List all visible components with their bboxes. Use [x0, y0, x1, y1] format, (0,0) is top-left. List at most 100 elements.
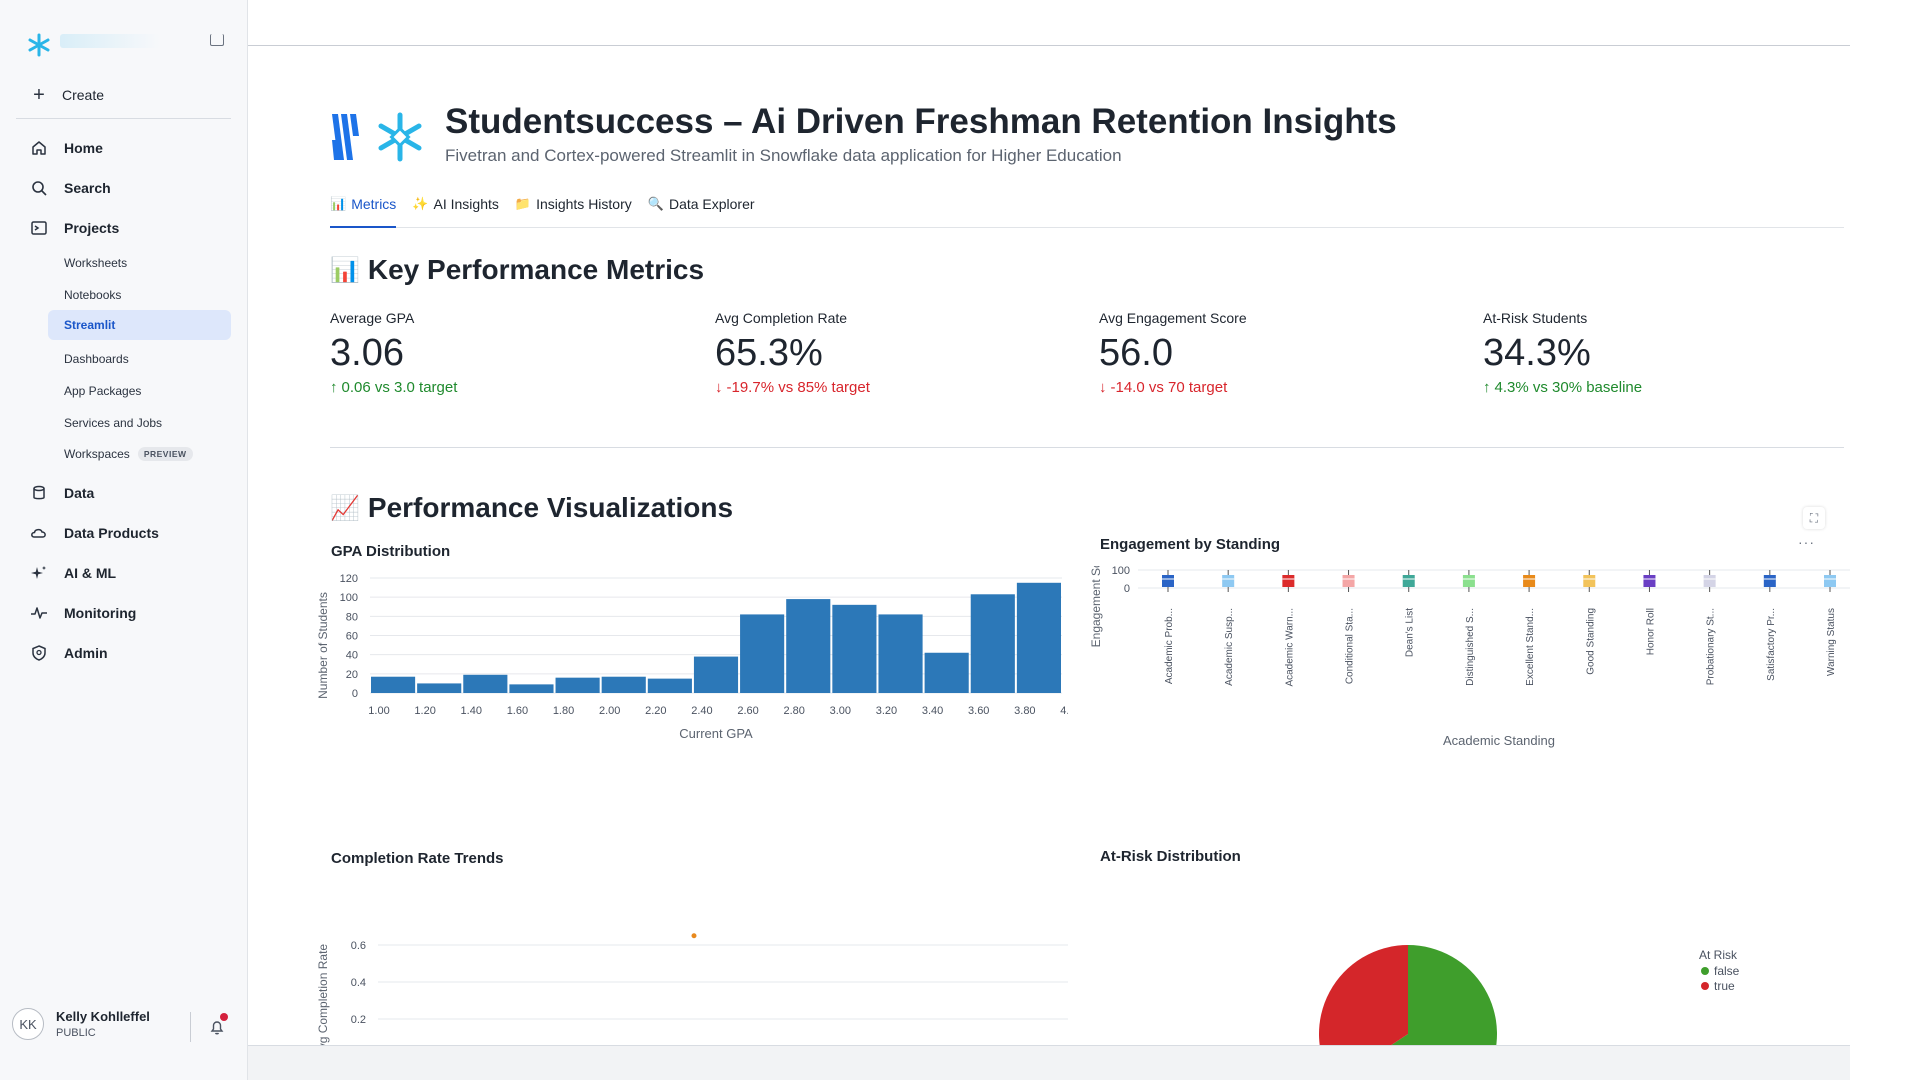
- x-tick-label: Excellent Stand...: [1525, 608, 1536, 686]
- metric-delta-text: 4.3% vs 30% baseline: [1494, 379, 1643, 396]
- x-tick-label: 1.20: [414, 705, 435, 717]
- box-plot-box: [1583, 575, 1596, 587]
- tab-metrics[interactable]: 📊 Metrics: [330, 196, 397, 228]
- section-divider: [330, 447, 1844, 448]
- histogram-bar: [417, 683, 462, 693]
- sidebar-item-data[interactable]: Data: [30, 482, 94, 504]
- page-title: Studentsuccess – Ai Driven Freshman Rete…: [445, 102, 1397, 141]
- sidebar-item-ai-ml[interactable]: AI & ML: [30, 562, 116, 584]
- sidebar-subitem-label: App Packages: [64, 384, 142, 398]
- top-strip: [0, 0, 1920, 46]
- create-button[interactable]: + Create: [30, 84, 105, 106]
- sidebar-item-label: Data: [64, 485, 95, 501]
- sidebar-item-dashboards[interactable]: Dashboards: [64, 350, 129, 368]
- histogram-bar: [832, 604, 877, 693]
- metric-avg-engagement-score: Avg Engagement Score 56.0 ↓ -14.0 vs 70 t…: [1099, 310, 1399, 396]
- magnifier-emoji-icon: 🔍: [647, 196, 664, 211]
- sidebar-item-workspaces[interactable]: Workspaces PREVIEW: [64, 445, 193, 463]
- sidebar-item-label: Data Products: [64, 525, 159, 541]
- tab-label: AI Insights: [433, 196, 499, 212]
- plus-icon: +: [33, 84, 45, 106]
- x-tick-label: Satisfactory Pr...: [1766, 608, 1777, 681]
- fullscreen-icon[interactable]: ⛶: [1803, 507, 1825, 529]
- metric-delta-text: 0.06 vs 3.0 target: [341, 379, 458, 396]
- create-label: Create: [62, 87, 105, 103]
- engagement-plot: 100 0 Engagement Score Academic Prob... Acad…: [1089, 566, 1850, 748]
- tab-insights-history[interactable]: 📁 Insights History: [515, 196, 632, 228]
- x-tick-label: 2.40: [691, 705, 712, 717]
- sidebar-item-worksheets[interactable]: Worksheets: [64, 254, 127, 272]
- sidebar-item-streamlit[interactable]: Streamlit: [48, 310, 231, 340]
- section-title: Key Performance Metrics: [367, 254, 705, 285]
- x-tick-label: 1.00: [368, 705, 389, 717]
- histogram-bar: [786, 599, 831, 693]
- more-options-icon[interactable]: ···: [1798, 534, 1815, 550]
- tab-ai-insights[interactable]: ✨ AI Insights: [412, 196, 499, 228]
- x-tick-label: Conditional Sta...: [1345, 608, 1356, 684]
- x-tick-label: 2.60: [737, 705, 758, 717]
- x-axis-label: Academic Standing: [1443, 733, 1555, 748]
- sidebar-item-notebooks[interactable]: Notebooks: [64, 286, 121, 304]
- box-plot-box: [1643, 575, 1656, 587]
- sidebar-item-services-and-jobs[interactable]: Services and Jobs: [64, 414, 162, 432]
- tab-data-explorer[interactable]: 🔍 Data Explorer: [648, 196, 755, 228]
- sidebar-collapse-icon[interactable]: [210, 34, 224, 46]
- sidebar-item-app-packages[interactable]: App Packages: [64, 382, 141, 400]
- sidebar-item-search[interactable]: Search: [30, 177, 111, 199]
- metric-value: 3.06: [330, 332, 404, 374]
- y-tick-label: 20: [346, 669, 358, 681]
- arrow-up-icon: ↑: [330, 379, 338, 396]
- metric-average-gpa: Average GPA 3.06 ↑ 0.06 vs 3.0 target: [330, 310, 630, 396]
- sidebar-item-admin[interactable]: Admin: [30, 642, 108, 664]
- sidebar-item-label: Admin: [64, 645, 108, 661]
- arrow-down-icon: ↓: [715, 379, 723, 396]
- section-title: Performance Visualizations: [367, 492, 734, 523]
- box-plot-box: [1824, 575, 1836, 587]
- metric-delta: ↑ 4.3% vs 30% baseline: [1483, 379, 1783, 396]
- x-tick-label: 3.00: [830, 705, 851, 717]
- sidebar-item-projects[interactable]: Projects: [30, 217, 119, 239]
- histogram-bar: [693, 656, 739, 693]
- x-tick-label: Warning Status: [1826, 608, 1837, 676]
- bottom-bar: [248, 1045, 1850, 1080]
- legend-swatch: [1701, 982, 1709, 990]
- bar-chart-emoji-icon: 📊: [330, 256, 360, 284]
- x-tick-label: 2.80: [783, 705, 804, 717]
- fivetran-logo-icon: [332, 114, 359, 160]
- histogram-bar: [924, 652, 969, 693]
- metric-avg-completion-rate: Avg Completion Rate 65.3% ↓ -19.7% vs 85%…: [715, 310, 1015, 396]
- legend-swatch: [1701, 967, 1709, 975]
- metric-label: Average GPA: [330, 310, 415, 326]
- gpa-distribution-chart: 0 20 40 60 80 100 120 1.00 1.20 1.40 1.60 1.80 2.00 2…: [316, 573, 1068, 741]
- sidebar: + Create Home Search Projects Worksheets…: [0, 0, 248, 1080]
- sidebar-item-data-products[interactable]: Data Products: [30, 522, 159, 544]
- box-plot-box: [1342, 575, 1355, 587]
- viz-section-heading: 📈 Performance Visualizations: [330, 492, 733, 524]
- gpa-chart-title: GPA Distribution: [331, 543, 451, 560]
- terminal-icon: [31, 221, 47, 235]
- tab-label: Insights History: [536, 196, 632, 212]
- y-tick-label: 0.2: [351, 1014, 366, 1026]
- box-plot-box: [1402, 575, 1415, 587]
- chart-emoji-icon: 📊: [330, 196, 347, 211]
- sidebar-subitem-label: Workspaces: [64, 447, 130, 461]
- user-divider: [190, 1012, 191, 1042]
- sidebar-item-monitoring[interactable]: Monitoring: [30, 602, 136, 624]
- sidebar-item-label: Monitoring: [64, 605, 137, 621]
- sidebar-item-home[interactable]: Home: [30, 137, 103, 159]
- header-logos: [330, 110, 426, 164]
- metric-delta-text: -14.0 vs 70 target: [1110, 379, 1228, 396]
- snowflake-logo-icon[interactable]: [26, 32, 52, 58]
- metric-label: Avg Engagement Score: [1099, 310, 1247, 326]
- y-tick-label: 0.6: [351, 940, 366, 952]
- x-tick-label: 4.00: [1060, 705, 1068, 717]
- x-tick-label: 3.40: [922, 705, 943, 717]
- user-role: PUBLIC: [56, 1027, 96, 1039]
- metric-delta: ↓ -19.7% vs 85% target: [715, 379, 1015, 396]
- box-plot-box: [1162, 575, 1174, 587]
- x-tick-label: 2.00: [599, 705, 620, 717]
- sidebar-item-label: Search: [64, 180, 111, 196]
- kpi-section-heading: 📊 Key Performance Metrics: [330, 254, 704, 286]
- metric-value: 65.3%: [715, 332, 823, 374]
- user-menu[interactable]: KK Kelly Kohlleffel PUBLIC: [12, 1008, 150, 1040]
